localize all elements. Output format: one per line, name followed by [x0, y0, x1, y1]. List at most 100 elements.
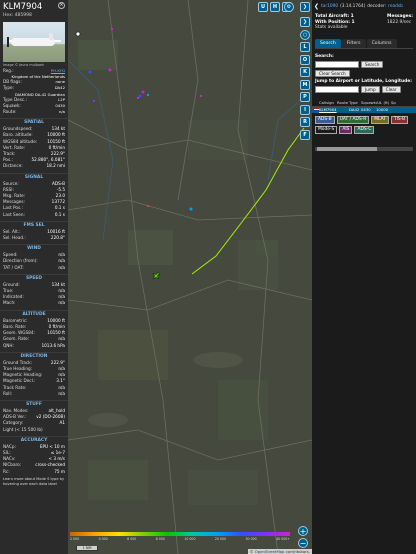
- decoder-label: decoder:: [367, 3, 387, 9]
- table-row[interactable]: KLM7904 DA42 0430 10000: [312, 106, 416, 113]
- info-row-value: 18.2 nmi: [46, 163, 65, 169]
- app-name-link[interactable]: tar1090: [321, 4, 338, 9]
- column-header[interactable]: Squawk: [361, 100, 376, 106]
- map-button-p[interactable]: P: [300, 92, 310, 102]
- clear-search-button[interactable]: Clear Search: [315, 69, 350, 77]
- table-cell: 0430: [361, 106, 371, 112]
- info-row-value: 0.1 s: [54, 211, 65, 217]
- tab-columns[interactable]: Columns: [366, 38, 397, 48]
- tab-search[interactable]: Search: [315, 38, 341, 48]
- total-aircraft-value: 1: [350, 14, 354, 19]
- map-button-f[interactable]: F: [300, 129, 310, 140]
- column-header[interactable]: Callsign: [319, 100, 337, 106]
- column-header[interactable]: Route: [337, 100, 349, 106]
- table-cell: DA42: [349, 106, 360, 112]
- section-heading-signal[interactable]: SIGNAL: [0, 172, 68, 181]
- aircraft-table: Callsign Route Type Squawk Alt. (ft) Sp KLM79…: [312, 100, 416, 113]
- column-header[interactable]: Type: [349, 100, 361, 106]
- info-row-label[interactable]: TAT / OAT:: [3, 265, 24, 271]
- jump-button[interactable]: Jump: [361, 85, 380, 93]
- info-row-label[interactable]: QNH:: [3, 343, 14, 349]
- search-form: Search: Search Clear Search Jump to Airp…: [312, 49, 416, 96]
- info-row-label[interactable]: Distance:: [3, 163, 23, 169]
- info-row-label[interactable]: Mach:: [3, 300, 16, 306]
- stats-block: Total Aircraft: 1 With Position: 1 Stats…: [312, 12, 416, 33]
- section-heading-fms-sel[interactable]: FMS SEL: [0, 220, 68, 229]
- info-row-value: n/a: [58, 109, 65, 115]
- info-row-label[interactable]: Sel. Head.:: [3, 235, 26, 241]
- altitude-tick: 6 000: [127, 537, 137, 541]
- with-position-label: With Position:: [315, 19, 350, 25]
- app-header: ❮ tar1090 (3.14.1764) decoder: readsb: [312, 0, 416, 12]
- info-row-label[interactable]: Light (< 15 500 lb): [3, 427, 43, 433]
- photo-tail: [49, 33, 53, 40]
- info-row-label[interactable]: Roll:: [3, 391, 12, 397]
- map-button-i[interactable]: I: [300, 104, 310, 115]
- tab-filters[interactable]: Filters: [341, 38, 366, 48]
- zoom-in-button[interactable]: +: [298, 526, 308, 536]
- expand-sidebar-button[interactable]: ❯: [300, 17, 310, 27]
- aircraft-photo[interactable]: [3, 22, 65, 62]
- section-heading-spatial[interactable]: SPATIAL: [0, 118, 68, 126]
- panel-tabs: Search Filters Columns: [315, 38, 413, 49]
- source-badge-mlat: MLAT: [371, 115, 389, 124]
- osm-link[interactable]: OpenStreetMap: [255, 549, 285, 554]
- aircraft-marker-klm7904[interactable]: [150, 270, 161, 281]
- altitude-tick: 10 000: [184, 537, 196, 541]
- search-button[interactable]: Search: [361, 60, 384, 68]
- table-header: Callsign Route Type Squawk Alt. (ft) Sp: [312, 100, 416, 107]
- info-row-label[interactable]: Last Seen:: [3, 212, 25, 218]
- source-badge-tis-b: TIS-B: [390, 115, 409, 124]
- altitude-ticks: 2 000 4 000 6 000 8 000 10 000 20 000 30 000 40…: [70, 537, 290, 541]
- map-button-h[interactable]: H: [270, 2, 280, 12]
- map-view[interactable]: UHT ⚙ ❯ ❯ ○ LOKMPIRF + − 2 0004 0006 000…: [68, 0, 312, 554]
- info-row-label[interactable]: Rc:: [3, 469, 10, 475]
- column-header[interactable]: Sp: [391, 100, 401, 106]
- close-icon[interactable]: ×: [58, 2, 65, 9]
- decoder-link[interactable]: readsb: [388, 4, 403, 9]
- clear-jump-button[interactable]: Clear: [381, 85, 401, 93]
- info-sections: SPATIAL Groundspeed: 134 kt Baro. altitude:…: [0, 118, 68, 475]
- section-heading-accuracy[interactable]: ACCURACY: [0, 435, 68, 444]
- table-cell[interactable]: KLM7904: [319, 107, 337, 113]
- photo-propeller: [7, 37, 9, 47]
- table-scrollbar[interactable]: [315, 147, 413, 151]
- collapse-sidebar-button[interactable]: ❯: [300, 2, 310, 12]
- learn-more-text: Learn more about Mode S type by hovering…: [3, 476, 65, 486]
- table-cell: 10000: [376, 106, 389, 112]
- map-button-r[interactable]: R: [300, 117, 310, 127]
- info-row: QNH: 1013.6 hPa: [0, 343, 68, 349]
- info-row-value: 220.8°: [50, 235, 65, 241]
- source-badge-ads-b: ADS-B: [315, 115, 335, 124]
- section-heading-speed[interactable]: SPEED: [0, 273, 68, 282]
- stats-available: Stats available: [315, 25, 348, 31]
- scrollbar-thumb[interactable]: [317, 147, 377, 151]
- collapse-arrow-icon[interactable]: ❮: [314, 3, 319, 10]
- map-button-l[interactable]: L: [300, 42, 310, 52]
- info-row-value: 1013.6 hPa: [41, 342, 65, 348]
- jump-input[interactable]: [315, 85, 359, 93]
- info-row: TAT / OAT: n/a: [0, 265, 68, 271]
- map-button-k[interactable]: K: [300, 67, 310, 77]
- map-button-o[interactable]: O: [300, 54, 310, 65]
- search-input[interactable]: [315, 60, 359, 68]
- source-legend: ADS-B UAT / ADS-R MLAT TIS-B Mode-S AIS ADS-C: [312, 113, 416, 137]
- section-heading-direction[interactable]: DIRECTION: [0, 351, 68, 360]
- reset-map-button[interactable]: ○: [300, 30, 310, 40]
- map-button-m[interactable]: M: [300, 79, 310, 90]
- info-row-value: n/a: [58, 390, 65, 396]
- info-row: Light (< 15 500 lb): [0, 427, 68, 433]
- map-canvas[interactable]: [68, 0, 312, 554]
- section-heading-stuff[interactable]: STUFF: [0, 399, 68, 408]
- section-heading-wind[interactable]: WIND: [0, 244, 68, 252]
- column-header[interactable]: Alt. (ft): [376, 100, 391, 106]
- map-button-u[interactable]: U: [258, 2, 268, 12]
- section-heading-altitude[interactable]: ALTITUDE: [0, 309, 68, 318]
- altitude-gradient: [70, 532, 290, 536]
- callsign: KLM7904: [3, 2, 43, 12]
- info-row-value: A1: [59, 420, 65, 426]
- settings-gear-icon[interactable]: ⚙: [284, 2, 294, 12]
- table-cell: [337, 107, 349, 113]
- zoom-out-button[interactable]: −: [298, 538, 308, 548]
- search-label: Search:: [315, 53, 334, 59]
